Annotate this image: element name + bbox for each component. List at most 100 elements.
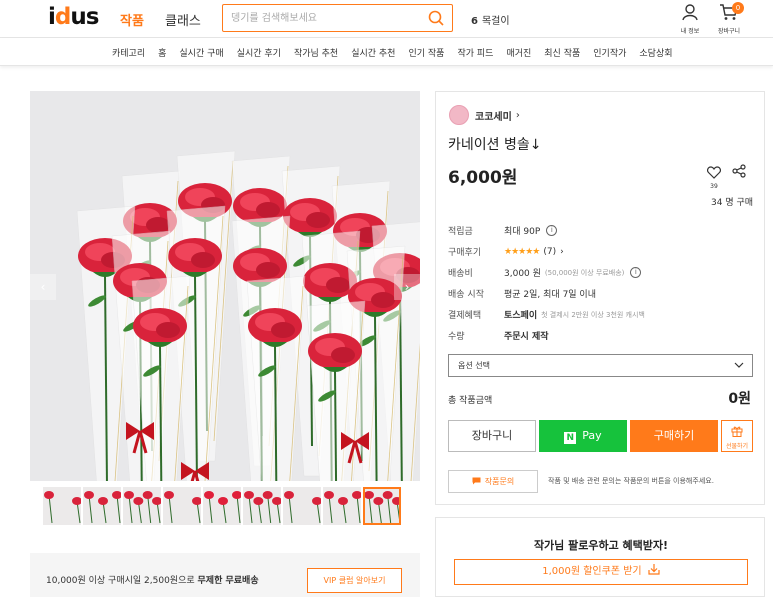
gallery-prev-button[interactable]: ‹ xyxy=(30,274,56,300)
subnav-item[interactable]: 인기작가 xyxy=(593,46,626,59)
gallery-thumbnail[interactable] xyxy=(243,487,281,525)
chevron-right-icon: › xyxy=(560,246,564,257)
trending-keyword[interactable]: 6 목걸이 xyxy=(471,12,510,27)
review-row[interactable]: 구매후기 ★★★★★ (7) › xyxy=(448,241,645,262)
download-icon xyxy=(648,564,660,575)
product-title: 카네이션 병솔↓ xyxy=(448,137,542,153)
thumbnail-image xyxy=(164,491,201,524)
payment-label: 결제혜택 xyxy=(448,311,482,321)
subnav-item[interactable]: 작가 피드 xyxy=(457,46,493,59)
my-info-label: 내 정보 xyxy=(680,28,700,35)
naver-pay-label: Pay xyxy=(582,429,602,442)
shipping-text-bold: 무제한 무료배송 xyxy=(197,576,259,586)
buy-now-button[interactable]: 구매하기 xyxy=(630,420,718,452)
ship-start-label: 배송 시작 xyxy=(448,290,484,300)
subnav-item[interactable]: 매거진 xyxy=(506,46,531,59)
payment-value: 토스페이 xyxy=(504,311,538,321)
gallery-thumbnail[interactable] xyxy=(163,487,201,525)
thumbnail-image xyxy=(284,491,321,524)
naver-pay-icon: N xyxy=(564,432,577,444)
share-icon[interactable] xyxy=(732,164,746,178)
search-icon[interactable] xyxy=(428,10,444,26)
chevron-right-icon: › xyxy=(515,109,520,121)
subnav-item[interactable]: 실시간 추천 xyxy=(351,46,395,59)
user-icon xyxy=(682,4,698,21)
quantity-value: 주문시 제작 xyxy=(504,332,549,342)
option-select[interactable]: 옵션 선택 xyxy=(448,354,753,377)
rating-stars: ★★★★★ xyxy=(504,246,540,257)
product-info-card: 코코세미 › 카네이션 병솔↓ 6,000원 39 34 명 구매 적립금 최대… xyxy=(435,91,765,505)
review-label: 구매후기 xyxy=(448,248,482,258)
subnav-item[interactable]: 카테고리 xyxy=(112,46,145,59)
free-shipping-text: 10,000원 이상 구매시일 2,500원으로 무제한 무료배송 xyxy=(46,573,259,586)
ship-start-row: 배송 시작 평균 2일, 최대 7일 이내 xyxy=(448,283,645,304)
nav-class[interactable]: 클래스 xyxy=(165,10,201,29)
info-icon[interactable]: i xyxy=(630,267,642,278)
gift-icon xyxy=(731,426,743,437)
review-count: (7) xyxy=(543,246,557,257)
follow-title: 작가님 팔로우하고 혜택받자! xyxy=(533,539,669,552)
trending-rank: 6 xyxy=(471,16,478,27)
thumbnail-image xyxy=(364,491,401,524)
subnav-item[interactable]: 실시간 구매 xyxy=(179,46,223,59)
category-subnav: 카테고리 홈 실시간 구매 실시간 후기 작가님 추천 실시간 추천 인기 작품 작가 피드 매… xyxy=(0,38,773,66)
gallery-thumbnail[interactable] xyxy=(83,487,121,525)
search-box xyxy=(222,4,453,32)
quantity-label: 수량 xyxy=(448,332,465,342)
gallery-thumbnail[interactable] xyxy=(203,487,241,525)
coupon-label: 1,000원 할인쿠폰 받기 xyxy=(542,566,642,577)
cart-label: 장바구니 xyxy=(717,28,741,35)
ship-start-value: 평균 2일, 최대 7일 이내 xyxy=(504,290,596,300)
gift-label: 선물하기 xyxy=(725,443,749,450)
product-inquiry-button[interactable]: 작품문의 xyxy=(448,470,538,493)
subnav-item[interactable]: 소담상회 xyxy=(639,46,672,59)
seller-name: 코코세미 xyxy=(475,111,512,123)
trending-text: 목걸이 xyxy=(481,16,510,27)
carnation-bouquet-image xyxy=(76,150,420,481)
chat-icon xyxy=(472,477,481,485)
cart-button[interactable]: 0 장바구니 xyxy=(714,2,744,35)
gallery-thumbnail[interactable] xyxy=(323,487,361,525)
gallery-thumbnail[interactable] xyxy=(363,487,401,525)
cart-count-badge: 0 xyxy=(732,2,744,14)
seller-avatar xyxy=(449,105,469,125)
coupon-download-button[interactable]: 1,000원 할인쿠폰 받기 xyxy=(454,559,748,585)
total-price-label: 총 작품금액 xyxy=(448,396,493,406)
option-select-label: 옵션 선택 xyxy=(458,361,490,370)
my-info-button[interactable]: 내 정보 xyxy=(676,3,704,35)
thumbnail-image xyxy=(124,491,161,524)
search-input[interactable] xyxy=(231,10,421,26)
add-to-cart-button[interactable]: 장바구니 xyxy=(448,420,536,452)
subnav-item[interactable]: 홈 xyxy=(158,46,166,59)
vip-club-button[interactable]: VIP 클럽 알아보기 xyxy=(307,568,402,593)
info-icon[interactable]: i xyxy=(546,225,558,236)
nav-works[interactable]: 작품 xyxy=(120,10,144,29)
subnav-item[interactable]: 최신 작품 xyxy=(544,46,580,59)
points-value: 최대 90P xyxy=(504,227,541,237)
gift-button[interactable]: 선물하기 xyxy=(721,420,753,452)
points-row: 적립금 최대 90P i xyxy=(448,220,645,241)
payment-row: 결제혜택 토스페이 첫 결제시 2만원 이상 3천원 캐시백 xyxy=(448,304,645,325)
heart-icon xyxy=(707,166,721,179)
subnav-item[interactable]: 인기 작품 xyxy=(408,46,444,59)
like-button[interactable]: 39 xyxy=(706,164,722,190)
gallery-thumbnail[interactable] xyxy=(123,487,161,525)
gallery-thumbnail[interactable] xyxy=(283,487,321,525)
chevron-down-icon xyxy=(734,362,744,368)
subnav-item[interactable]: 실시간 후기 xyxy=(237,46,281,59)
like-count: 39 xyxy=(710,183,718,190)
naver-pay-button[interactable]: N Pay xyxy=(539,420,627,452)
seller-link[interactable]: 코코세미 › xyxy=(449,105,520,125)
gallery-next-button[interactable]: › xyxy=(394,274,420,300)
inquiry-help-text: 작품 및 배송 관련 문의는 작품문의 버튼을 이용해주세요. xyxy=(548,477,714,485)
shipping-row: 배송비 3,000 원 (50,000원 이상 무료배송) i xyxy=(448,262,645,283)
gallery-thumbnail[interactable] xyxy=(43,487,81,525)
subnav-list: 카테고리 홈 실시간 구매 실시간 후기 작가님 추천 실시간 추천 인기 작품 작가 피드 매… xyxy=(112,46,686,59)
idus-logo[interactable]: idus xyxy=(48,4,99,30)
thumbnail-image xyxy=(244,491,281,524)
thumbnail-image xyxy=(84,491,121,524)
product-main-image[interactable] xyxy=(30,91,420,481)
top-header: idus 작품 클래스 6목걸이 내 정보 0 장바구니 xyxy=(0,0,773,38)
subnav-item[interactable]: 작가님 추천 xyxy=(294,46,338,59)
shipping-value: 3,000 원 xyxy=(504,269,541,279)
